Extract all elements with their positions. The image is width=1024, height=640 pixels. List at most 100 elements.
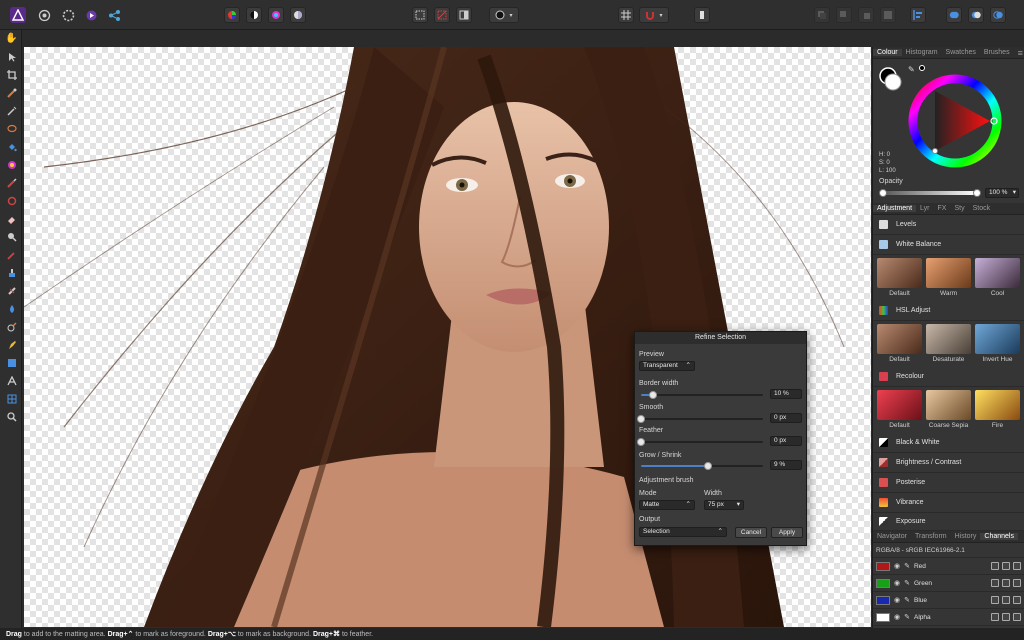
hand-tool-icon[interactable]: ✋	[5, 32, 18, 45]
selection-brush-icon[interactable]	[5, 86, 18, 99]
channel-option-icon[interactable]	[1013, 596, 1021, 604]
export-persona-icon[interactable]	[106, 7, 122, 23]
deselect-icon[interactable]	[434, 7, 450, 23]
channel-option-icon[interactable]	[991, 579, 999, 587]
fill-stroke-swatch-icon[interactable]	[877, 65, 907, 95]
adjustment-black-white[interactable]: Black & White	[873, 433, 1024, 453]
hsl-icon[interactable]	[268, 7, 284, 23]
border-width-field[interactable]: 10 %	[770, 389, 802, 399]
healing-brush-icon[interactable]	[5, 284, 18, 297]
channel-option-icon[interactable]	[1002, 562, 1010, 570]
preset-cool[interactable]: Cool	[975, 258, 1020, 299]
fill-tool-icon[interactable]	[5, 140, 18, 153]
tab-colour[interactable]: Colour	[873, 49, 902, 56]
slider-knob[interactable]	[649, 391, 658, 399]
mesh-warp-icon[interactable]	[5, 392, 18, 405]
smooth-field[interactable]: 0 px	[770, 413, 802, 423]
marquee-select-icon[interactable]	[412, 7, 428, 23]
channel-row-green[interactable]: ◉ ✎ Green	[873, 575, 1024, 592]
preset-fire[interactable]: Fire	[975, 390, 1020, 431]
output-select[interactable]: Selection ⌃	[639, 527, 727, 537]
grid-snapping-icon[interactable]	[618, 7, 634, 23]
zoom-tool-icon[interactable]	[5, 410, 18, 423]
adjustment-recolour[interactable]: Recolour	[873, 367, 1024, 387]
tab-history[interactable]: History	[951, 533, 981, 540]
eye-icon[interactable]: ◉	[894, 579, 900, 587]
adjustment-levels[interactable]: Levels	[873, 215, 1024, 235]
feather-field[interactable]: 0 px	[770, 436, 802, 446]
arrange-back-icon[interactable]	[814, 7, 830, 23]
preset-warm[interactable]: Warm	[926, 258, 971, 299]
align-left-icon[interactable]	[910, 7, 926, 23]
affinity-photo-icon[interactable]	[10, 7, 26, 23]
colour-wheel[interactable]	[907, 73, 1003, 169]
preset-default[interactable]: Default	[877, 324, 922, 365]
smooth-slider[interactable]	[637, 415, 763, 423]
white-balance-icon[interactable]	[290, 7, 306, 23]
channel-row-red[interactable]: ◉ ✎ Red	[873, 558, 1024, 575]
border-width-slider[interactable]	[641, 391, 763, 399]
preset-coarse-sepia[interactable]: Coarse Sepia	[926, 390, 971, 431]
mode-select[interactable]: Matte ⌃	[639, 500, 695, 510]
slider-knob[interactable]	[973, 189, 981, 197]
liquify-persona-icon[interactable]	[36, 7, 52, 23]
slider-knob[interactable]	[637, 438, 645, 446]
colour-wheel-icon[interactable]	[224, 7, 240, 23]
assistant-icon[interactable]	[694, 7, 710, 23]
brush-icon[interactable]: ✎	[904, 562, 910, 570]
panel-menu-icon[interactable]: ≡	[1014, 48, 1024, 58]
tab-adjustment[interactable]: Adjustment	[873, 205, 917, 212]
snapping-magnet-dropdown[interactable]: ▾	[639, 7, 669, 23]
pen-tool-icon[interactable]	[5, 338, 18, 351]
adjustment-brightness-contrast[interactable]: Brightness / Contrast	[873, 453, 1024, 473]
rectangle-tool-icon[interactable]	[5, 356, 18, 369]
width-select[interactable]: 75 px ▾	[704, 500, 744, 510]
sponge-tool-icon[interactable]	[5, 248, 18, 261]
adjustment-exposure[interactable]: Exposure	[873, 513, 1024, 531]
cancel-button[interactable]: Cancel	[735, 527, 767, 538]
tab-channels[interactable]: Channels	[980, 533, 1018, 540]
preset-default[interactable]: Default	[877, 390, 922, 431]
channel-option-icon[interactable]	[1013, 579, 1021, 587]
adjustment-hsl[interactable]: HSL Adjust	[873, 301, 1024, 321]
feather-slider[interactable]	[637, 438, 763, 446]
boolean-intersect-icon[interactable]	[990, 7, 1006, 23]
tab-stock[interactable]: Stock	[969, 205, 995, 212]
preset-default[interactable]: Default	[877, 258, 922, 299]
boolean-add-icon[interactable]	[946, 7, 962, 23]
brush-icon[interactable]: ✎	[904, 613, 910, 621]
gradient-tool-icon[interactable]	[5, 158, 18, 171]
arrange-backward-icon[interactable]	[836, 7, 852, 23]
channel-option-icon[interactable]	[1013, 613, 1021, 621]
tab-navigator[interactable]: Navigator	[873, 533, 911, 540]
eraser-tool-icon[interactable]	[5, 212, 18, 225]
adjustment-vibrance[interactable]: Vibrance	[873, 493, 1024, 513]
arrange-forward-icon[interactable]	[858, 7, 874, 23]
channel-option-icon[interactable]	[1002, 579, 1010, 587]
brush-icon[interactable]: ✎	[904, 579, 910, 587]
clone-tool-icon[interactable]	[5, 266, 18, 279]
text-tool-icon[interactable]	[5, 374, 18, 387]
grow-shrink-slider[interactable]	[641, 462, 763, 470]
opacity-field[interactable]: 100 % ▾	[985, 188, 1019, 198]
channel-row-alpha[interactable]: ◉ ✎ Alpha	[873, 609, 1024, 626]
freehand-selection-icon[interactable]	[5, 122, 18, 135]
channel-option-icon[interactable]	[991, 562, 999, 570]
slider-knob[interactable]	[637, 415, 645, 423]
channel-option-icon[interactable]	[991, 596, 999, 604]
adjustment-posterise[interactable]: Posterise	[873, 473, 1024, 493]
tab-styles[interactable]: Sty	[950, 205, 968, 212]
colour-indicator-icon[interactable]	[919, 65, 925, 71]
grow-shrink-field[interactable]: 9 %	[770, 460, 802, 470]
quick-mask-dropdown[interactable]: ▾	[489, 7, 519, 23]
eye-icon[interactable]: ◉	[894, 562, 900, 570]
tab-fx[interactable]: FX	[934, 205, 951, 212]
eye-icon[interactable]: ◉	[894, 613, 900, 621]
crop-tool-icon[interactable]	[5, 68, 18, 81]
apply-button[interactable]: Apply	[771, 527, 803, 538]
preview-select[interactable]: Transparent ⌃	[639, 361, 695, 371]
color-replacement-icon[interactable]	[5, 194, 18, 207]
eye-icon[interactable]: ◉	[894, 596, 900, 604]
boolean-subtract-icon[interactable]	[968, 7, 984, 23]
slider-knob[interactable]	[704, 462, 713, 470]
